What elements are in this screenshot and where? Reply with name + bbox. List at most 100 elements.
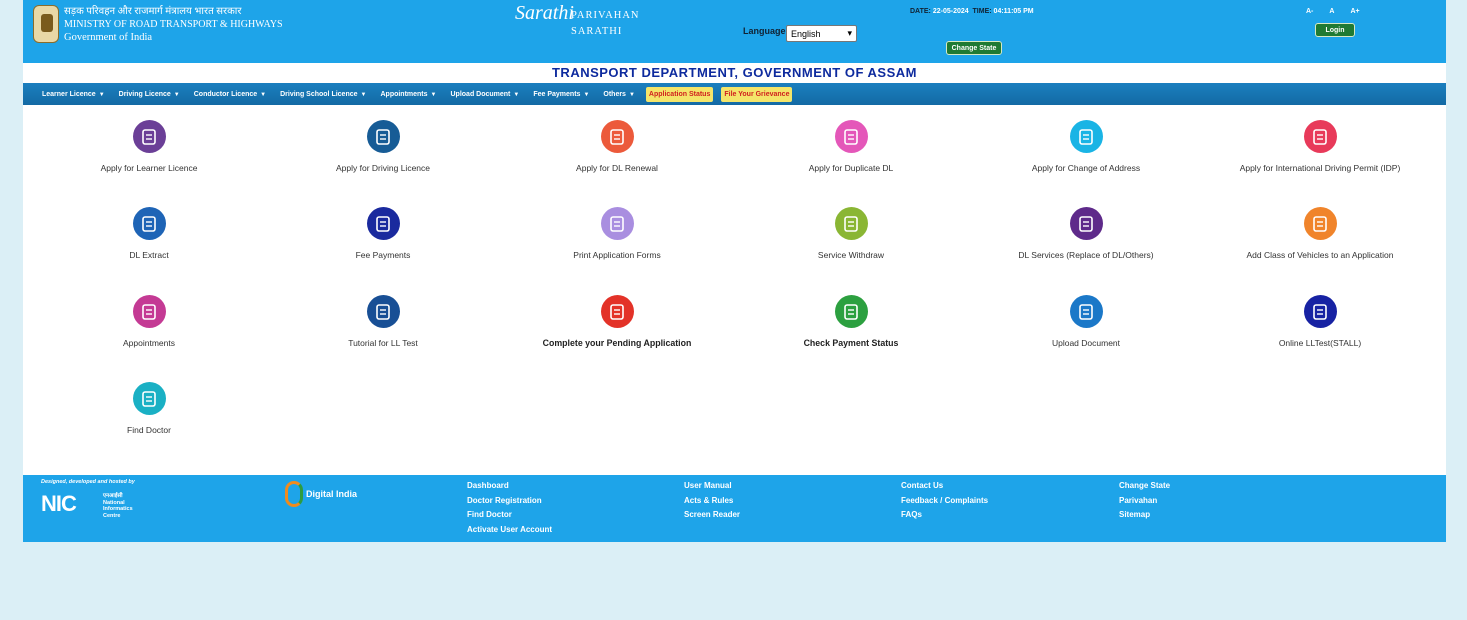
appointments-icon[interactable]	[132, 295, 166, 328]
pending-application-icon[interactable]	[600, 295, 634, 328]
service-tile[interactable]: DL Extract	[32, 207, 266, 260]
footer-link-screen-reader[interactable]: Screen Reader	[684, 508, 740, 523]
service-tile-label[interactable]: DL Extract	[32, 250, 266, 260]
service-tile[interactable]: Complete your Pending Application	[500, 295, 734, 348]
service-tile[interactable]: Appointments	[32, 295, 266, 348]
nav-label: Others	[603, 90, 626, 98]
footer-link-change-state[interactable]: Change State	[1119, 479, 1170, 494]
nav-appointments[interactable]: Appointments ▼	[373, 91, 443, 98]
footer-link-acts-rules[interactable]: Acts & Rules	[684, 494, 740, 509]
service-tile-label[interactable]: Apply for International Driving Permit (…	[1203, 163, 1437, 173]
service-tile-label[interactable]: Apply for Duplicate DL	[734, 163, 968, 173]
service-tile[interactable]: Apply for Change of Address	[969, 120, 1203, 173]
service-tile-label[interactable]: Online LLTest(STALL)	[1203, 338, 1437, 348]
nav-label: Fee Payments	[533, 90, 581, 98]
language-label: Language:	[743, 26, 789, 36]
idp-icon[interactable]	[1303, 120, 1337, 153]
nic-logo[interactable]: NIC	[41, 491, 101, 519]
footer-link-parivahan[interactable]: Parivahan	[1119, 494, 1170, 509]
sarathi-logo: Sarathi	[515, 2, 574, 24]
dl-renewal-icon[interactable]	[600, 120, 634, 153]
national-emblem-icon	[33, 5, 59, 43]
nav-upload-document[interactable]: Upload Document ▼	[444, 91, 527, 98]
service-withdraw-icon[interactable]	[834, 207, 868, 240]
footer-link-user-manual[interactable]: User Manual	[684, 479, 740, 494]
add-class-icon[interactable]	[1303, 207, 1337, 240]
service-tile[interactable]: Apply for Duplicate DL	[734, 120, 968, 173]
nav-fee-payments[interactable]: Fee Payments ▼	[526, 91, 596, 98]
font-decrease-button[interactable]: A-	[1306, 8, 1313, 15]
learner-licence-icon[interactable]	[132, 120, 166, 153]
service-tile[interactable]: Fee Payments	[266, 207, 500, 260]
find-doctor-icon[interactable]	[132, 382, 166, 415]
change-state-button[interactable]: Change State	[946, 41, 1002, 55]
service-tile[interactable]: Apply for International Driving Permit (…	[1203, 120, 1437, 173]
nav-driving-licence[interactable]: Driving Licence ▼	[112, 91, 187, 98]
service-tile-label[interactable]: Apply for Change of Address	[969, 163, 1203, 173]
service-tile-label[interactable]: Apply for Learner Licence	[32, 163, 266, 173]
fee-payments-icon[interactable]	[366, 207, 400, 240]
font-normal-button[interactable]: A	[1329, 8, 1334, 15]
service-tile[interactable]: Service Withdraw	[734, 207, 968, 260]
service-tile-label[interactable]: Service Withdraw	[734, 250, 968, 260]
time-label: TIME:	[972, 8, 992, 15]
nav-learner-licence[interactable]: Learner Licence ▼	[35, 91, 112, 98]
online-lltest-icon[interactable]	[1303, 295, 1337, 328]
digital-india-logo[interactable]: Digital India	[285, 481, 357, 507]
service-tile[interactable]: Apply for Driving Licence	[266, 120, 500, 173]
service-tile[interactable]: Find Doctor	[32, 382, 266, 435]
service-tile-label[interactable]: Apply for DL Renewal	[500, 163, 734, 173]
caret-down-icon: ▼	[430, 91, 437, 98]
service-tile-label[interactable]: Appointments	[32, 338, 266, 348]
footer-link-contact-us[interactable]: Contact Us	[901, 479, 988, 494]
tutorial-icon[interactable]	[366, 295, 400, 328]
footer-link-faqs[interactable]: FAQs	[901, 508, 988, 523]
service-tile[interactable]: Check Payment Status	[734, 295, 968, 348]
duplicate-dl-icon[interactable]	[834, 120, 868, 153]
nav-others[interactable]: Others ▼	[596, 91, 642, 98]
service-tile[interactable]: DL Services (Replace of DL/Others)	[969, 207, 1203, 260]
nav-conductor-licence[interactable]: Conductor Licence ▼	[187, 91, 273, 98]
date-time: DATE: 22-05-2024 TIME: 04:11:05 PM	[910, 8, 1034, 15]
service-tile[interactable]: Apply for DL Renewal	[500, 120, 734, 173]
upload-document-icon[interactable]	[1069, 295, 1103, 328]
footer-link-sitemap[interactable]: Sitemap	[1119, 508, 1170, 523]
service-tile-label[interactable]: Print Application Forms	[500, 250, 734, 260]
service-tile-label[interactable]: Complete your Pending Application	[500, 338, 734, 348]
print-forms-icon[interactable]	[600, 207, 634, 240]
service-tile[interactable]: Upload Document	[969, 295, 1203, 348]
service-tile-label[interactable]: Upload Document	[969, 338, 1203, 348]
footer-link-doctor-registration[interactable]: Doctor Registration	[467, 494, 552, 509]
service-tile-label[interactable]: Check Payment Status	[734, 338, 968, 348]
footer-link-activate-user[interactable]: Activate User Account	[467, 523, 552, 538]
font-increase-button[interactable]: A+	[1350, 8, 1359, 15]
payment-status-icon[interactable]	[834, 295, 868, 328]
footer-link-find-doctor[interactable]: Find Doctor	[467, 508, 552, 523]
dl-services-icon[interactable]	[1069, 207, 1103, 240]
caret-down-icon: ▼	[583, 91, 590, 98]
parivahan-sarathi-text: PARIVAHAN SARATHI	[571, 8, 640, 40]
nav-label: Learner Licence	[42, 90, 96, 98]
footer-link-dashboard[interactable]: Dashboard	[467, 479, 552, 494]
service-tile-label[interactable]: Add Class of Vehicles to an Application	[1203, 250, 1437, 260]
service-tile-label[interactable]: Tutorial for LL Test	[266, 338, 500, 348]
login-button[interactable]: Login	[1315, 23, 1355, 37]
nav-driving-school-licence[interactable]: Driving School Licence ▼	[273, 91, 373, 98]
service-tile-label[interactable]: DL Services (Replace of DL/Others)	[969, 250, 1203, 260]
service-tile[interactable]: Print Application Forms	[500, 207, 734, 260]
driving-licence-icon[interactable]	[366, 120, 400, 153]
service-tile[interactable]: Online LLTest(STALL)	[1203, 295, 1437, 348]
service-tile-label[interactable]: Find Doctor	[32, 425, 266, 435]
change-address-icon[interactable]	[1069, 120, 1103, 153]
service-tile[interactable]: Apply for Learner Licence	[32, 120, 266, 173]
application-status-button[interactable]: Application Status	[645, 86, 714, 102]
file-grievance-button[interactable]: File Your Grievance	[721, 86, 793, 102]
service-tile-label[interactable]: Fee Payments	[266, 250, 500, 260]
dl-extract-icon[interactable]	[132, 207, 166, 240]
language-select[interactable]: English ▾	[786, 25, 857, 42]
footer-link-feedback[interactable]: Feedback / Complaints	[901, 494, 988, 509]
service-tile[interactable]: Add Class of Vehicles to an Application	[1203, 207, 1437, 260]
service-tile[interactable]: Tutorial for LL Test	[266, 295, 500, 348]
caret-down-icon: ▼	[260, 91, 267, 98]
service-tile-label[interactable]: Apply for Driving Licence	[266, 163, 500, 173]
